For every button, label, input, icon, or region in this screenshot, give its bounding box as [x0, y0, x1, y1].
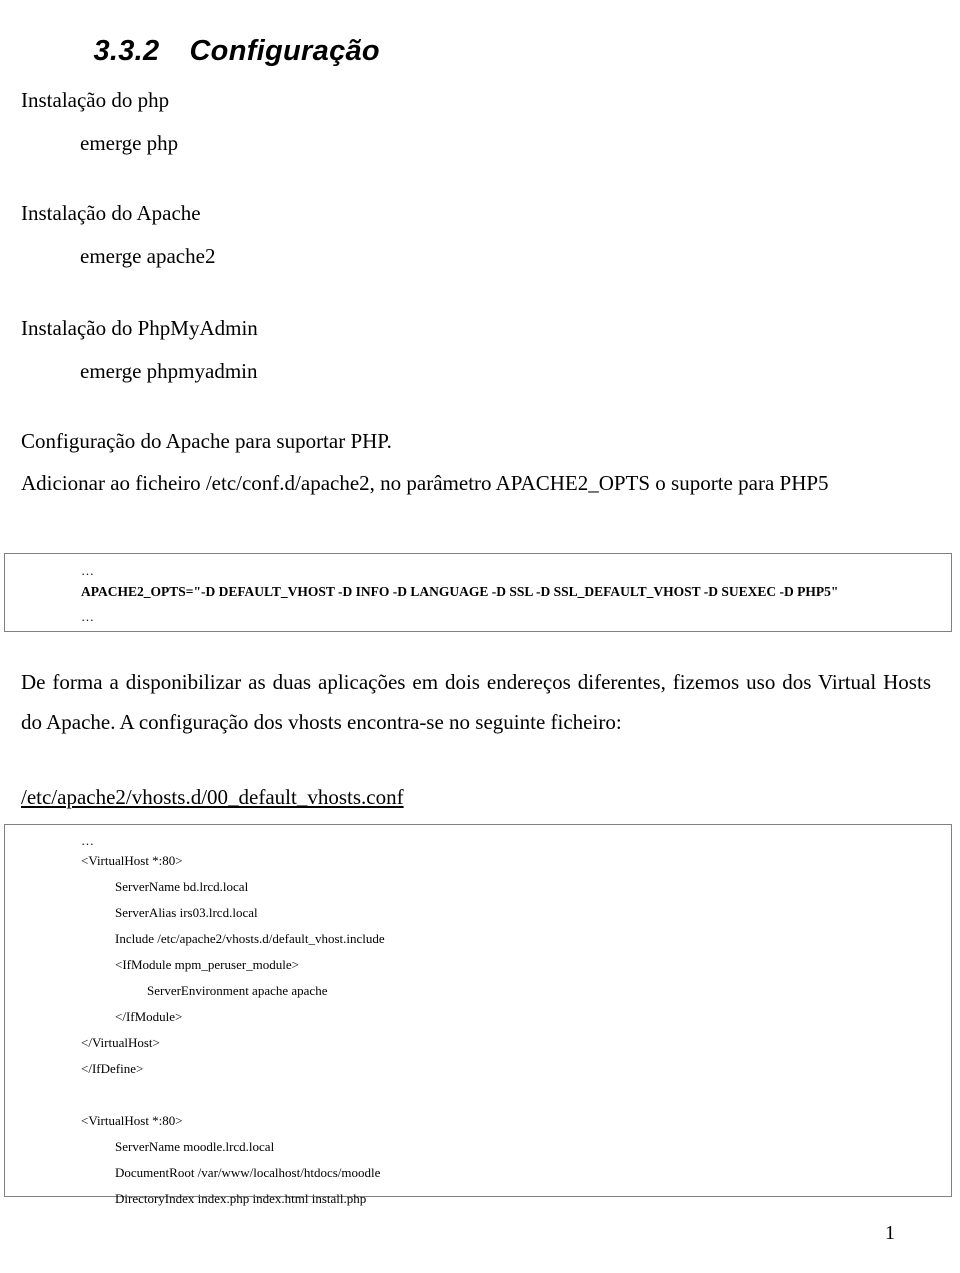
install-label-php: Instalação do php — [21, 88, 170, 112]
install-label-apache: Instalação do Apache — [21, 201, 201, 225]
page-number: 1 — [885, 1222, 895, 1244]
config-intro-line-1: Configuração do Apache para suportar PHP… — [21, 429, 392, 453]
code-line: </VirtualHost> — [81, 1035, 160, 1050]
section-title: Configuração — [189, 35, 380, 67]
code-line: … — [81, 833, 95, 848]
code-line: … — [81, 609, 95, 624]
install-command-php: emerge php — [80, 131, 179, 155]
code-line: DirectoryIndex index.php index.html inst… — [115, 1191, 367, 1206]
section-number: 3.3.2 — [93, 35, 160, 67]
config-intro-line-2: Adicionar ao ficheiro /etc/conf.d/apache… — [21, 471, 829, 495]
code-block-vhosts-conf: … <VirtualHost *:80> ServerName bd.lrcd.… — [4, 824, 952, 1206]
code-line: DocumentRoot /var/www/localhost/htdocs/m… — [115, 1165, 381, 1180]
vhosts-file-path: /etc/apache2/vhosts.d/00_default_vhosts.… — [21, 785, 404, 809]
code-line: ServerName bd.lrcd.local — [115, 879, 249, 894]
code-line: <VirtualHost *:80> — [81, 1113, 183, 1128]
code-line: ServerName moodle.lrcd.local — [115, 1139, 275, 1154]
code-line: ServerAlias irs03.lrcd.local — [115, 905, 258, 920]
install-command-apache: emerge apache2 — [80, 244, 216, 268]
install-label-phpmyadmin: Instalação do PhpMyAdmin — [21, 316, 258, 340]
code-line: </IfModule> — [115, 1009, 183, 1024]
code-line: APACHE2_OPTS="-D DEFAULT_VHOST -D INFO -… — [81, 584, 839, 599]
code-line: <IfModule mpm_peruser_module> — [115, 957, 299, 972]
document-page: 3.3.2 Configuração Instalação do php emer… — [0, 0, 960, 1273]
code-block-apache2-opts: … APACHE2_OPTS="-D DEFAULT_VHOST -D INFO… — [4, 553, 952, 632]
code-line: ServerEnvironment apache apache — [147, 983, 328, 998]
code-line: Include /etc/apache2/vhosts.d/default_vh… — [115, 931, 385, 946]
vhosts-paragraph: De forma a disponibilizar as duas aplica… — [21, 670, 931, 734]
code-line: <VirtualHost *:80> — [81, 853, 183, 868]
install-command-phpmyadmin: emerge phpmyadmin — [80, 359, 258, 383]
code-line: </IfDefine> — [81, 1061, 144, 1076]
code-line: … — [81, 563, 95, 578]
